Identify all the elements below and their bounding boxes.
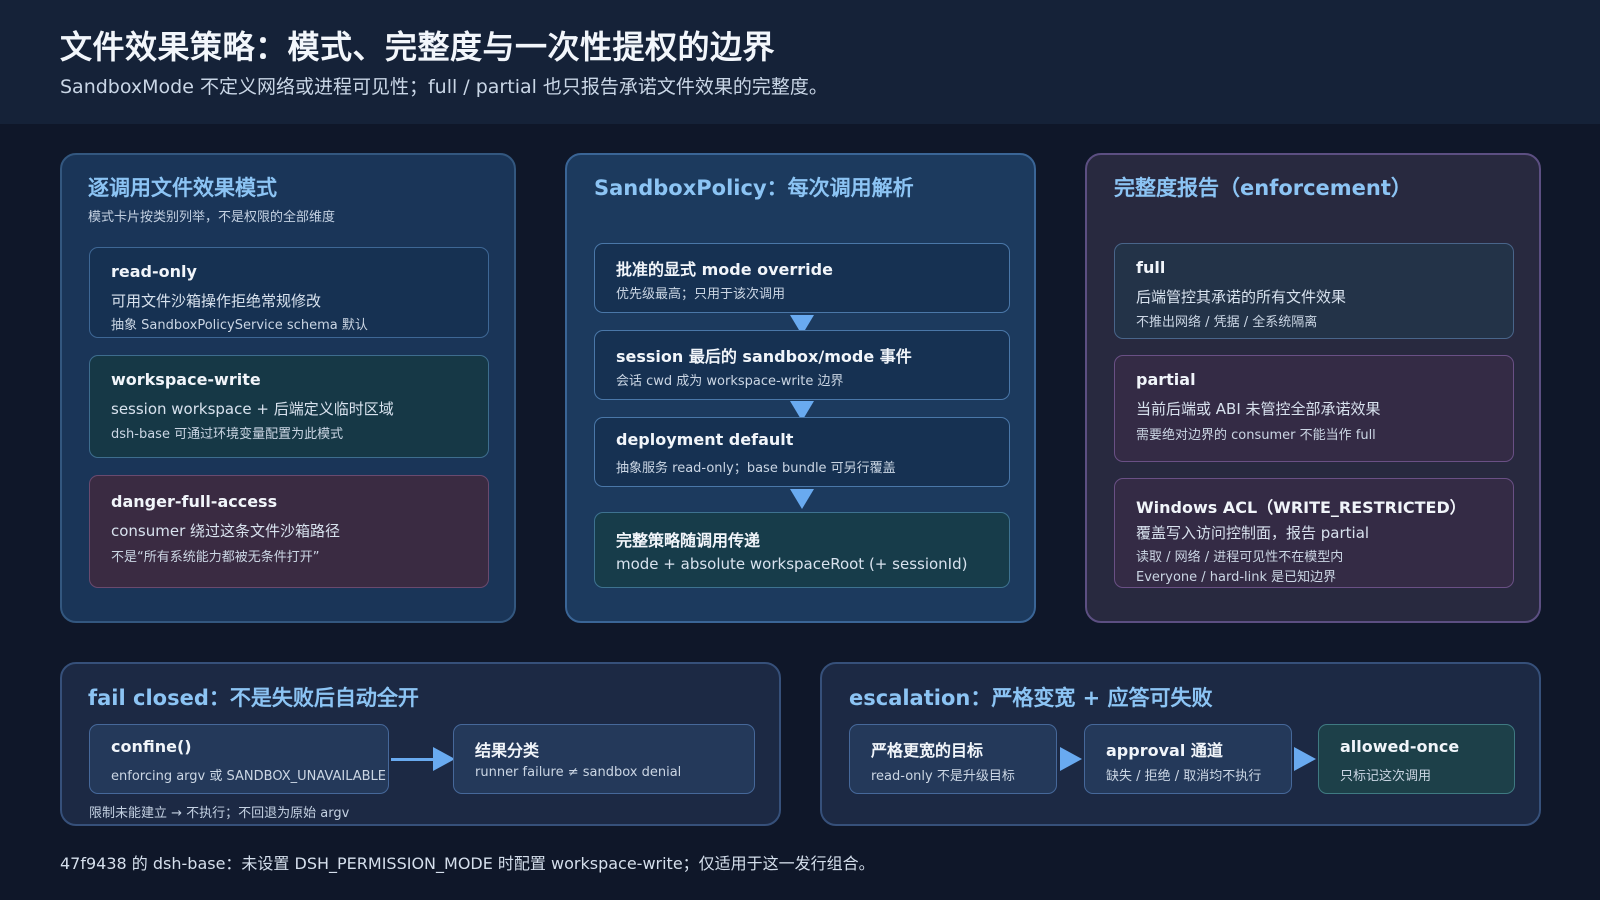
mode-card-workspace-write: workspace-write session workspace + 后端定义… xyxy=(89,355,489,458)
strict-wider-box: 严格更宽的目标 read-only 不是升级目标 xyxy=(849,724,1057,794)
allowed-once-box-line: 只标记这次调用 xyxy=(1340,769,1432,784)
modes-panel-subtitle: 模式卡片按类别列举，不是权限的全部维度 xyxy=(88,210,336,225)
enforcement-card-title: Windows ACL（WRITE_RESTRICTED） xyxy=(1136,498,1466,517)
approval-channel-box: approval 通道 缺失 / 拒绝 / 取消均不执行 xyxy=(1084,724,1292,794)
result-class-box-title: 结果分类 xyxy=(475,741,540,760)
enforcement-card-note: 读取 / 网络 / 进程可见性不在模型内 xyxy=(1136,550,1344,565)
mode-card-danger-full-access: danger-full-access consumer 绕过这条文件沙箱路径 不… xyxy=(89,475,489,588)
mode-card-line: 可用文件沙箱操作拒绝常规修改 xyxy=(111,292,322,310)
policy-step-override: 批准的显式 mode override 优先级最高；只用于该次调用 xyxy=(594,243,1010,313)
enforcement-card-line: 覆盖写入访问控制面，报告 partial xyxy=(1136,524,1370,542)
confine-box-title: confine() xyxy=(111,737,192,756)
modes-panel-title: 逐调用文件效果模式 xyxy=(88,176,277,200)
arrow-right-icon xyxy=(1294,747,1316,771)
enforcement-card-line: 当前后端或 ABI 未管控全部承诺效果 xyxy=(1136,400,1381,418)
enforcement-card-note: 不推出网络 / 凭据 / 全系统隔离 xyxy=(1136,315,1318,330)
allowed-once-box: allowed-once 只标记这次调用 xyxy=(1318,724,1515,794)
escalation-panel: escalation：严格变宽 + 应答可失败 严格更宽的目标 read-onl… xyxy=(820,662,1541,826)
page-header: 文件效果策略：模式、完整度与一次性提权的边界 SandboxMode 不定义网络… xyxy=(0,0,1600,124)
mode-card-title: read-only xyxy=(111,262,197,281)
mode-card-note: 不是“所有系统能力都被无条件打开” xyxy=(111,550,320,565)
mode-card-note: dsh-base 可通过环境变量配置为此模式 xyxy=(111,427,344,442)
approval-channel-box-line: 缺失 / 拒绝 / 取消均不执行 xyxy=(1106,769,1262,784)
policy-step-propagate: 完整策略随调用传递 mode + absolute workspaceRoot … xyxy=(594,512,1010,588)
policy-step-title: deployment default xyxy=(616,430,794,449)
result-class-box-line: runner failure ≠ sandbox denial xyxy=(475,765,682,780)
policy-step-line: mode + absolute workspaceRoot (+ session… xyxy=(616,555,968,573)
mode-card-note: 抽象 SandboxPolicyService schema 默认 xyxy=(111,318,368,333)
result-class-box: 结果分类 runner failure ≠ sandbox denial xyxy=(453,724,755,794)
arrow-right-icon xyxy=(1060,747,1082,771)
policy-step-title: 完整策略随调用传递 xyxy=(616,531,761,550)
mode-card-read-only: read-only 可用文件沙箱操作拒绝常规修改 抽象 SandboxPolic… xyxy=(89,247,489,338)
arrow-right-icon xyxy=(433,747,455,771)
enforcement-card-title: partial xyxy=(1136,370,1196,389)
policy-step-session: session 最后的 sandbox/mode 事件 会话 cwd 成为 wo… xyxy=(594,330,1010,400)
enforcement-card-windows-acl: Windows ACL（WRITE_RESTRICTED） 覆盖写入访问控制面，… xyxy=(1114,478,1514,588)
allowed-once-box-title: allowed-once xyxy=(1340,737,1460,756)
enforcement-card-full: full 后端管控其承诺的所有文件效果 不推出网络 / 凭据 / 全系统隔离 xyxy=(1114,243,1514,339)
strict-wider-box-title: 严格更宽的目标 xyxy=(871,741,984,760)
mode-card-line: session workspace + 后端定义临时区域 xyxy=(111,400,394,418)
fail-closed-panel: fail closed：不是失败后自动全开 confine() enforcin… xyxy=(60,662,781,826)
enforcement-card-title: full xyxy=(1136,258,1166,277)
escalation-panel-title: escalation：严格变宽 + 应答可失败 xyxy=(849,686,1213,710)
approval-channel-box-title: approval 通道 xyxy=(1106,741,1223,760)
enforcement-panel-title: 完整度报告（enforcement） xyxy=(1114,176,1412,200)
policy-step-default: deployment default 抽象服务 read-only；base b… xyxy=(594,417,1010,487)
page-title: 文件效果策略：模式、完整度与一次性提权的边界 xyxy=(60,28,776,66)
policy-step-line: 优先级最高；只用于该次调用 xyxy=(616,287,786,302)
confine-box-line: enforcing argv 或 SANDBOX_UNAVAILABLE xyxy=(111,769,387,784)
mode-card-title: danger-full-access xyxy=(111,492,278,511)
policy-panel: SandboxPolicy：每次调用解析 批准的显式 mode override… xyxy=(565,153,1036,623)
page-subtitle: SandboxMode 不定义网络或进程可见性；full / partial 也… xyxy=(60,76,828,98)
mode-card-title: workspace-write xyxy=(111,370,261,389)
policy-step-line: 抽象服务 read-only；base bundle 可另行覆盖 xyxy=(616,461,896,476)
enforcement-card-line: 后端管控其承诺的所有文件效果 xyxy=(1136,288,1347,306)
policy-step-title: session 最后的 sandbox/mode 事件 xyxy=(616,347,912,366)
enforcement-panel: 完整度报告（enforcement） full 后端管控其承诺的所有文件效果 不… xyxy=(1085,153,1541,623)
fail-closed-panel-title: fail closed：不是失败后自动全开 xyxy=(88,686,419,710)
connector-line xyxy=(391,758,435,761)
confine-box: confine() enforcing argv 或 SANDBOX_UNAVA… xyxy=(89,724,389,794)
footer-note: 47f9438 的 dsh-base：未设置 DSH_PERMISSION_MO… xyxy=(60,854,875,873)
enforcement-card-note: 需要绝对边界的 consumer 不能当作 full xyxy=(1136,428,1376,443)
policy-step-line: 会话 cwd 成为 workspace-write 边界 xyxy=(616,374,844,389)
modes-panel: 逐调用文件效果模式 模式卡片按类别列举，不是权限的全部维度 read-only … xyxy=(60,153,516,623)
enforcement-card-partial: partial 当前后端或 ABI 未管控全部承诺效果 需要绝对边界的 cons… xyxy=(1114,355,1514,462)
enforcement-card-note: Everyone / hard-link 是已知边界 xyxy=(1136,570,1337,585)
strict-wider-box-line: read-only 不是升级目标 xyxy=(871,769,1015,784)
mode-card-line: consumer 绕过这条文件沙箱路径 xyxy=(111,522,341,540)
policy-step-title: 批准的显式 mode override xyxy=(616,260,833,279)
arrow-down-icon xyxy=(790,489,814,509)
fail-closed-note: 限制未能建立 → 不执行；不回退为原始 argv xyxy=(89,806,350,821)
policy-panel-title: SandboxPolicy：每次调用解析 xyxy=(594,176,914,200)
